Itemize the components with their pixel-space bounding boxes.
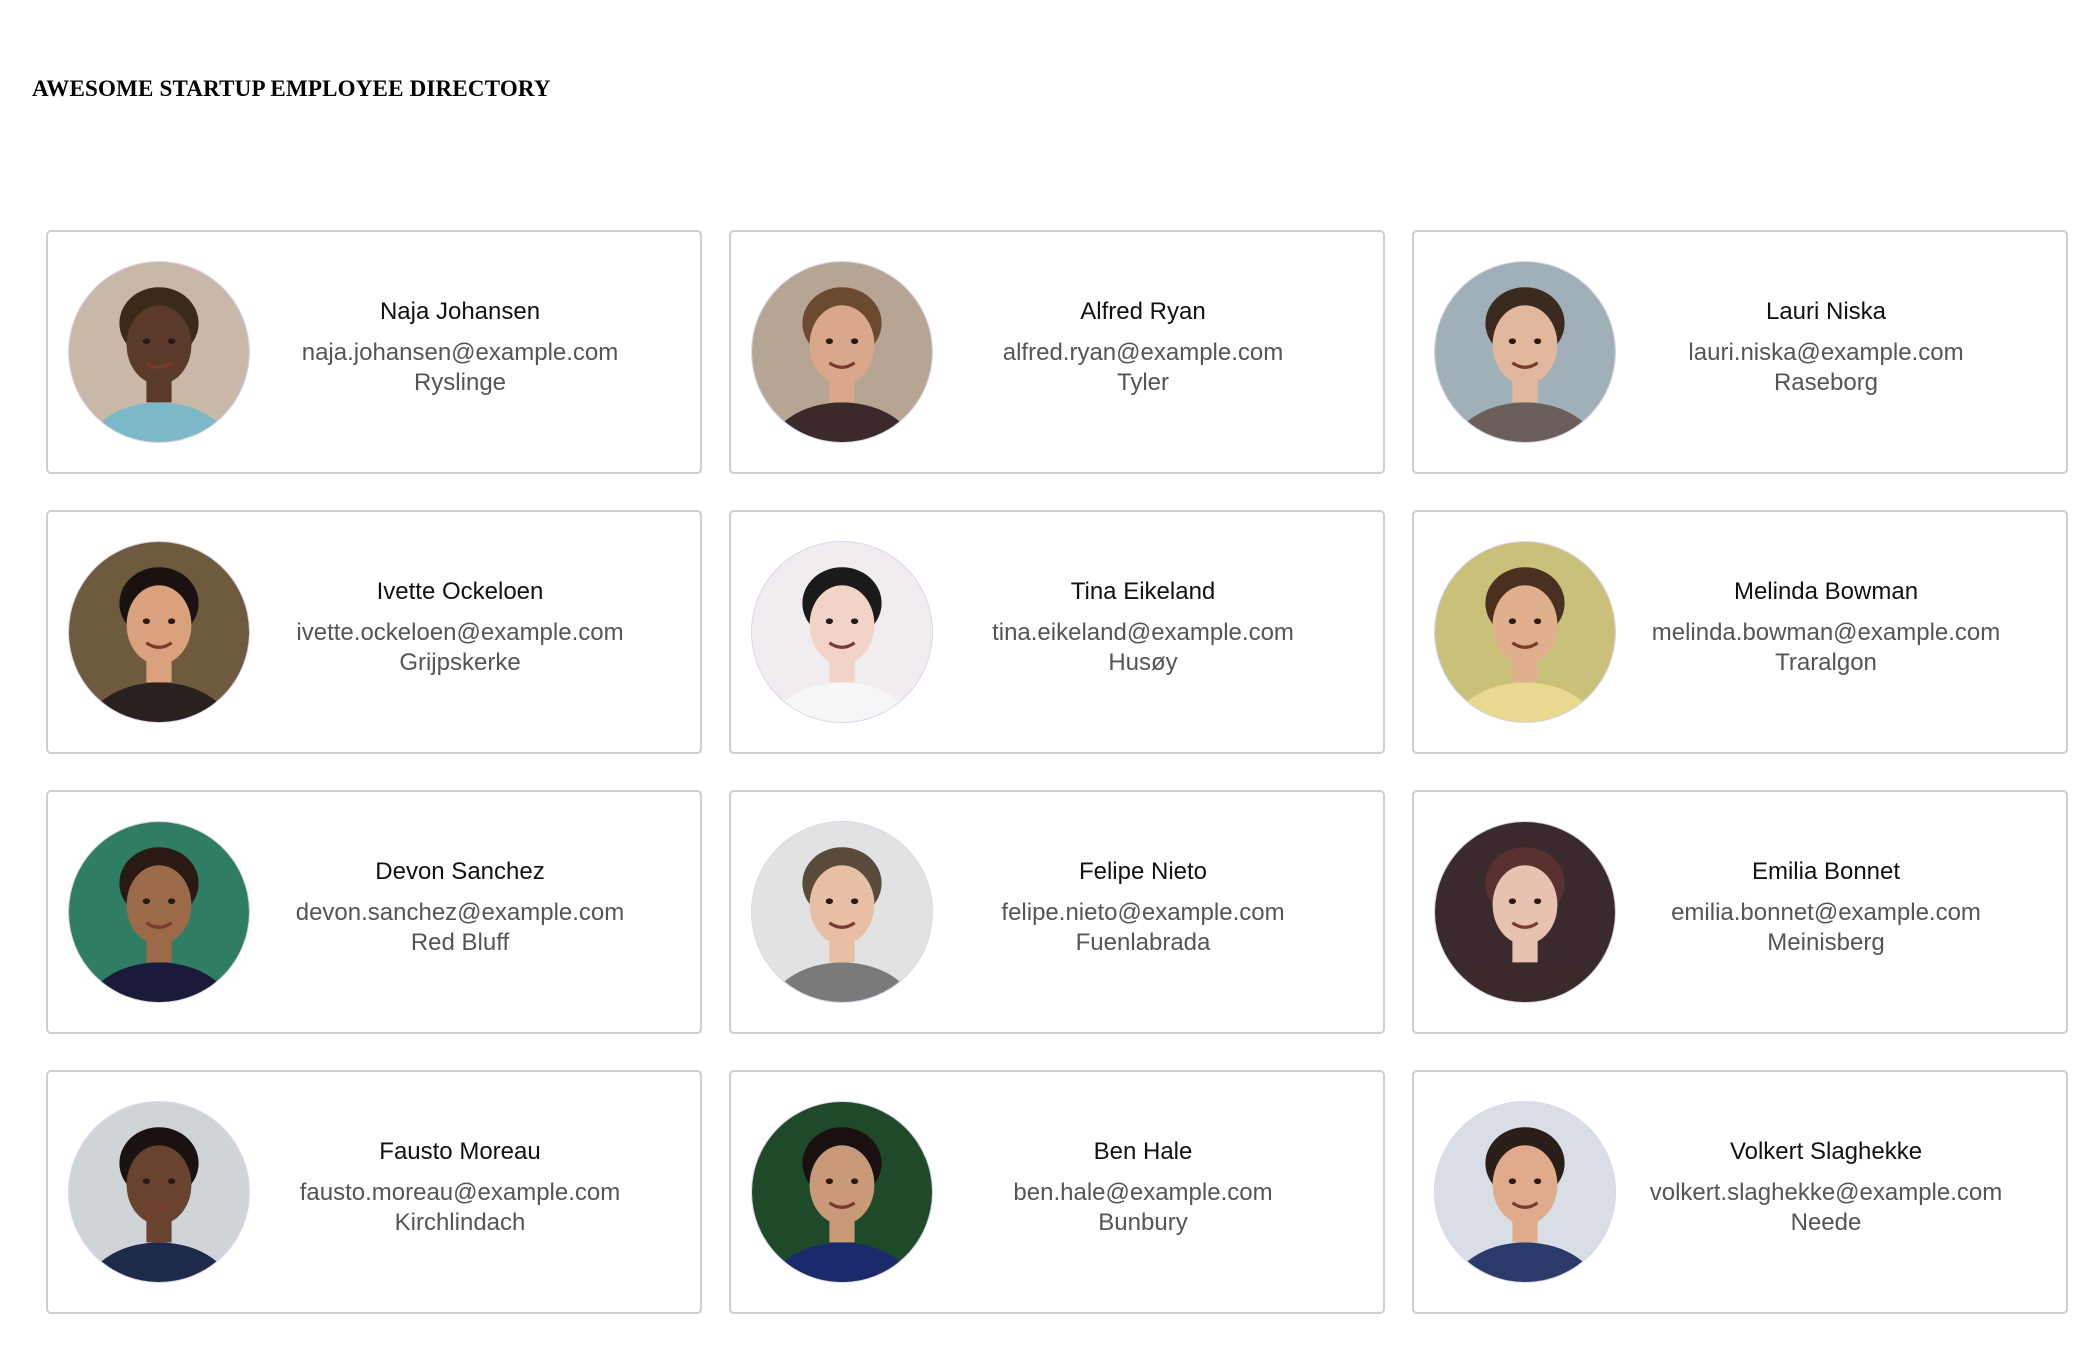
employee-info: Naja Johansen naja.johansen@example.com Ry…: [250, 298, 700, 398]
employee-email: fausto.moreau@example.com: [299, 1179, 621, 1206]
avatar-photo: [1435, 262, 1615, 442]
employee-info: Volkert Slaghekke volkert.slaghekke@examp…: [1616, 1138, 2066, 1238]
employee-card[interactable]: Devon Sanchez devon.sanchez@example.com Re…: [46, 790, 702, 1034]
avatar-photo: [69, 542, 249, 722]
employee-avatar: [751, 541, 933, 723]
employee-city: Traralgon: [1775, 649, 1877, 676]
avatar-photo: [752, 262, 932, 442]
employee-name: Lauri Niska: [1765, 298, 1887, 325]
avatar-photo: [69, 822, 249, 1002]
employee-city: Tyler: [1116, 369, 1169, 396]
avatar-photo: [752, 542, 932, 722]
employee-avatar: [751, 1101, 933, 1283]
employee-card[interactable]: Ivette Ockeloen ivette.ockeloen@example.c…: [46, 510, 702, 754]
employee-avatar: [1434, 261, 1616, 443]
employee-card[interactable]: Naja Johansen naja.johansen@example.com Ry…: [46, 230, 702, 474]
employee-email: tina.eikeland@example.com: [992, 619, 1294, 646]
employee-info: Lauri Niska lauri.niska@example.com Rasebo…: [1616, 298, 2066, 398]
page-title: AWESOME STARTUP EMPLOYEE DIRECTORY: [32, 76, 551, 101]
employee-city: Fuenlabrada: [1075, 929, 1211, 956]
employee-avatar: [1434, 541, 1616, 723]
avatar-photo: [752, 822, 932, 1002]
employee-info: Alfred Ryan alfred.ryan@example.com Tyler: [933, 298, 1383, 398]
employee-name: Ben Hale: [1093, 1138, 1193, 1165]
employee-info: Devon Sanchez devon.sanchez@example.com Re…: [250, 858, 700, 958]
employee-avatar: [68, 821, 250, 1003]
employee-info: Fausto Moreau fausto.moreau@example.com Ki…: [250, 1138, 700, 1238]
employee-avatar: [1434, 1101, 1616, 1283]
employee-name: Devon Sanchez: [375, 858, 545, 885]
avatar-photo: [1435, 1102, 1615, 1282]
employee-card[interactable]: Alfred Ryan alfred.ryan@example.com Tyler: [729, 230, 1385, 474]
employee-email: naja.johansen@example.com: [301, 339, 619, 366]
employee-email: melinda.bowman@example.com: [1651, 619, 2001, 646]
employee-email: ivette.ockeloen@example.com: [296, 619, 624, 646]
employee-card[interactable]: Fausto Moreau fausto.moreau@example.com Ki…: [46, 1070, 702, 1314]
employee-avatar: [68, 261, 250, 443]
employee-card[interactable]: Felipe Nieto felipe.nieto@example.com Fuen…: [729, 790, 1385, 1034]
employee-city: Raseborg: [1773, 369, 1879, 396]
employee-avatar: [68, 541, 250, 723]
employee-avatar: [1434, 821, 1616, 1003]
avatar-photo: [752, 1102, 932, 1282]
avatar-photo: [1435, 822, 1615, 1002]
employee-avatar: [751, 821, 933, 1003]
employee-city: Bunbury: [1098, 1209, 1188, 1236]
employee-city: Kirchlindach: [394, 1209, 526, 1236]
employee-name: Melinda Bowman: [1733, 578, 1919, 605]
employee-name: Felipe Nieto: [1078, 858, 1208, 885]
employee-avatar: [68, 1101, 250, 1283]
employee-email: alfred.ryan@example.com: [1002, 339, 1284, 366]
employee-name: Alfred Ryan: [1080, 298, 1206, 325]
employee-card[interactable]: Emilia Bonnet emilia.bonnet@example.com Me…: [1412, 790, 2068, 1034]
employee-name: Volkert Slaghekke: [1729, 1138, 1923, 1165]
avatar-photo: [69, 262, 249, 442]
employee-email: volkert.slaghekke@example.com: [1649, 1179, 2003, 1206]
employee-city: Red Bluff: [410, 929, 510, 956]
employee-info: Tina Eikeland tina.eikeland@example.com Hu…: [933, 578, 1383, 678]
employee-name: Fausto Moreau: [379, 1138, 541, 1165]
employee-city: Ryslinge: [413, 369, 507, 396]
employee-card[interactable]: Volkert Slaghekke volkert.slaghekke@examp…: [1412, 1070, 2068, 1314]
employee-name: Tina Eikeland: [1070, 578, 1216, 605]
employee-city: Neede: [1790, 1209, 1862, 1236]
employee-info: Ivette Ockeloen ivette.ockeloen@example.c…: [250, 578, 700, 678]
employee-grid: Naja Johansen naja.johansen@example.com Ry…: [46, 230, 2068, 1314]
employee-email: lauri.niska@example.com: [1688, 339, 1964, 366]
employee-card[interactable]: Tina Eikeland tina.eikeland@example.com Hu…: [729, 510, 1385, 754]
employee-info: Felipe Nieto felipe.nieto@example.com Fuen…: [933, 858, 1383, 958]
employee-city: Husøy: [1108, 649, 1178, 676]
avatar-photo: [69, 1102, 249, 1282]
employee-name: Naja Johansen: [379, 298, 541, 325]
avatar-photo: [1435, 542, 1615, 722]
employee-info: Emilia Bonnet emilia.bonnet@example.com Me…: [1616, 858, 2066, 958]
employee-info: Ben Hale ben.hale@example.com Bunbury: [933, 1138, 1383, 1238]
employee-info: Melinda Bowman melinda.bowman@example.com…: [1616, 578, 2066, 678]
employee-card[interactable]: Melinda Bowman melinda.bowman@example.com…: [1412, 510, 2068, 754]
employee-city: Meinisberg: [1767, 929, 1885, 956]
employee-card[interactable]: Ben Hale ben.hale@example.com Bunbury: [729, 1070, 1385, 1314]
employee-email: emilia.bonnet@example.com: [1671, 899, 1981, 926]
employee-name: Ivette Ockeloen: [376, 578, 544, 605]
employee-email: felipe.nieto@example.com: [1001, 899, 1285, 926]
employee-card[interactable]: Lauri Niska lauri.niska@example.com Rasebo…: [1412, 230, 2068, 474]
employee-email: devon.sanchez@example.com: [295, 899, 625, 926]
employee-email: ben.hale@example.com: [1013, 1179, 1273, 1206]
employee-name: Emilia Bonnet: [1751, 858, 1901, 885]
employee-avatar: [751, 261, 933, 443]
employee-city: Grijpskerke: [399, 649, 521, 676]
